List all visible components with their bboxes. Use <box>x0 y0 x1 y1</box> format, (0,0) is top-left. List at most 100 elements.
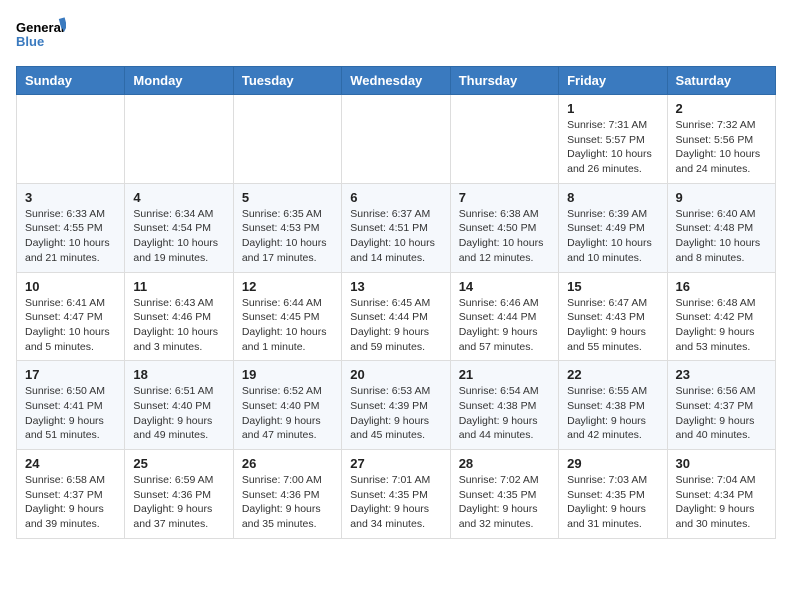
day-number: 25 <box>133 456 224 471</box>
day-number: 29 <box>567 456 658 471</box>
calendar-cell: 7Sunrise: 6:38 AM Sunset: 4:50 PM Daylig… <box>450 183 558 272</box>
day-number: 14 <box>459 279 550 294</box>
calendar-cell: 29 Sunrise: 7:03 AM Sunset: 4:35 PM Dayli… <box>559 450 667 539</box>
calendar-cell: 25 Sunrise: 6:59 AM Sunset: 4:36 PM Dayli… <box>125 450 233 539</box>
day-info: Sunrise: 6:33 AM Sunset: 4:55 PM Dayligh… <box>25 207 116 266</box>
day-info: Sunrise: 6:43 AM Sunset: 4:46 PM Dayligh… <box>133 296 224 355</box>
day-info: Sunrise: 6:52 AM Sunset: 4:40 PM Dayligh… <box>242 384 333 443</box>
calendar-cell: 24 Sunrise: 6:58 AM Sunset: 4:37 PM Dayli… <box>17 450 125 539</box>
calendar-week-row: 24 Sunrise: 6:58 AM Sunset: 4:37 PM Dayli… <box>17 450 776 539</box>
calendar-cell: 1 Sunrise: 7:31 AM Sunset: 5:57 PM Daylig… <box>559 95 667 184</box>
calendar-cell: 16 Sunrise: 6:48 AM Sunset: 4:42 PM Dayli… <box>667 272 775 361</box>
day-info: Sunrise: 6:56 AM Sunset: 4:37 PM Dayligh… <box>676 384 767 443</box>
calendar-cell: 5Sunrise: 6:35 AM Sunset: 4:53 PM Daylig… <box>233 183 341 272</box>
calendar-cell: 22 Sunrise: 6:55 AM Sunset: 4:38 PM Dayli… <box>559 361 667 450</box>
calendar-cell: 27 Sunrise: 7:01 AM Sunset: 4:35 PM Dayli… <box>342 450 450 539</box>
calendar-cell: 18 Sunrise: 6:51 AM Sunset: 4:40 PM Dayli… <box>125 361 233 450</box>
day-number: 10 <box>25 279 116 294</box>
day-number: 2 <box>676 101 767 116</box>
calendar-cell: 15Sunrise: 6:47 AM Sunset: 4:43 PM Dayli… <box>559 272 667 361</box>
svg-text:General: General <box>16 20 64 35</box>
day-number: 26 <box>242 456 333 471</box>
day-info: Sunrise: 6:39 AM Sunset: 4:49 PM Dayligh… <box>567 207 658 266</box>
calendar-cell: 13 Sunrise: 6:45 AM Sunset: 4:44 PM Dayli… <box>342 272 450 361</box>
calendar-cell: 14 Sunrise: 6:46 AM Sunset: 4:44 PM Dayli… <box>450 272 558 361</box>
day-info: Sunrise: 6:48 AM Sunset: 4:42 PM Dayligh… <box>676 296 767 355</box>
day-number: 23 <box>676 367 767 382</box>
day-info: Sunrise: 6:59 AM Sunset: 4:36 PM Dayligh… <box>133 473 224 532</box>
calendar-cell: 9 Sunrise: 6:40 AM Sunset: 4:48 PM Daylig… <box>667 183 775 272</box>
day-number: 8 <box>567 190 658 205</box>
day-info: Sunrise: 7:03 AM Sunset: 4:35 PM Dayligh… <box>567 473 658 532</box>
calendar-cell <box>17 95 125 184</box>
day-info: Sunrise: 6:46 AM Sunset: 4:44 PM Dayligh… <box>459 296 550 355</box>
calendar-cell <box>450 95 558 184</box>
day-number: 3 <box>25 190 116 205</box>
day-info: Sunrise: 7:31 AM Sunset: 5:57 PM Dayligh… <box>567 118 658 177</box>
logo-svg: General Blue <box>16 16 66 58</box>
day-number: 24 <box>25 456 116 471</box>
calendar-cell: 6 Sunrise: 6:37 AM Sunset: 4:51 PM Daylig… <box>342 183 450 272</box>
calendar-cell <box>342 95 450 184</box>
weekday-header-tuesday: Tuesday <box>233 67 341 95</box>
logo: General Blue <box>16 16 66 58</box>
calendar-cell: 30Sunrise: 7:04 AM Sunset: 4:34 PM Dayli… <box>667 450 775 539</box>
day-info: Sunrise: 7:00 AM Sunset: 4:36 PM Dayligh… <box>242 473 333 532</box>
day-number: 22 <box>567 367 658 382</box>
weekday-header-sunday: Sunday <box>17 67 125 95</box>
calendar-cell: 23 Sunrise: 6:56 AM Sunset: 4:37 PM Dayli… <box>667 361 775 450</box>
day-info: Sunrise: 6:45 AM Sunset: 4:44 PM Dayligh… <box>350 296 441 355</box>
day-info: Sunrise: 7:32 AM Sunset: 5:56 PM Dayligh… <box>676 118 767 177</box>
calendar-cell <box>125 95 233 184</box>
day-info: Sunrise: 6:58 AM Sunset: 4:37 PM Dayligh… <box>25 473 116 532</box>
weekday-header-wednesday: Wednesday <box>342 67 450 95</box>
calendar-cell: 11Sunrise: 6:43 AM Sunset: 4:46 PM Dayli… <box>125 272 233 361</box>
calendar-week-row: 17Sunrise: 6:50 AM Sunset: 4:41 PM Dayli… <box>17 361 776 450</box>
page-header: General Blue <box>16 16 776 58</box>
day-number: 16 <box>676 279 767 294</box>
day-number: 4 <box>133 190 224 205</box>
day-number: 13 <box>350 279 441 294</box>
calendar-week-row: 3 Sunrise: 6:33 AM Sunset: 4:55 PM Daylig… <box>17 183 776 272</box>
calendar-cell: 21Sunrise: 6:54 AM Sunset: 4:38 PM Dayli… <box>450 361 558 450</box>
day-info: Sunrise: 6:40 AM Sunset: 4:48 PM Dayligh… <box>676 207 767 266</box>
day-info: Sunrise: 6:34 AM Sunset: 4:54 PM Dayligh… <box>133 207 224 266</box>
day-info: Sunrise: 6:35 AM Sunset: 4:53 PM Dayligh… <box>242 207 333 266</box>
day-number: 17 <box>25 367 116 382</box>
weekday-header-saturday: Saturday <box>667 67 775 95</box>
calendar-cell: 3 Sunrise: 6:33 AM Sunset: 4:55 PM Daylig… <box>17 183 125 272</box>
calendar-cell: 4 Sunrise: 6:34 AM Sunset: 4:54 PM Daylig… <box>125 183 233 272</box>
day-info: Sunrise: 6:55 AM Sunset: 4:38 PM Dayligh… <box>567 384 658 443</box>
calendar-cell: 17Sunrise: 6:50 AM Sunset: 4:41 PM Dayli… <box>17 361 125 450</box>
day-info: Sunrise: 6:44 AM Sunset: 4:45 PM Dayligh… <box>242 296 333 355</box>
day-info: Sunrise: 6:51 AM Sunset: 4:40 PM Dayligh… <box>133 384 224 443</box>
weekday-header-monday: Monday <box>125 67 233 95</box>
day-number: 9 <box>676 190 767 205</box>
calendar-cell: 26 Sunrise: 7:00 AM Sunset: 4:36 PM Dayli… <box>233 450 341 539</box>
calendar-cell: 20 Sunrise: 6:53 AM Sunset: 4:39 PM Dayli… <box>342 361 450 450</box>
day-info: Sunrise: 6:41 AM Sunset: 4:47 PM Dayligh… <box>25 296 116 355</box>
svg-text:Blue: Blue <box>16 34 44 49</box>
day-info: Sunrise: 6:37 AM Sunset: 4:51 PM Dayligh… <box>350 207 441 266</box>
day-number: 12 <box>242 279 333 294</box>
day-number: 27 <box>350 456 441 471</box>
calendar-table: SundayMondayTuesdayWednesdayThursdayFrid… <box>16 66 776 539</box>
calendar-cell: 12 Sunrise: 6:44 AM Sunset: 4:45 PM Dayli… <box>233 272 341 361</box>
day-info: Sunrise: 6:53 AM Sunset: 4:39 PM Dayligh… <box>350 384 441 443</box>
day-info: Sunrise: 7:01 AM Sunset: 4:35 PM Dayligh… <box>350 473 441 532</box>
day-number: 1 <box>567 101 658 116</box>
day-number: 28 <box>459 456 550 471</box>
calendar-cell: 2 Sunrise: 7:32 AM Sunset: 5:56 PM Daylig… <box>667 95 775 184</box>
day-number: 30 <box>676 456 767 471</box>
day-number: 20 <box>350 367 441 382</box>
weekday-header-friday: Friday <box>559 67 667 95</box>
day-number: 15 <box>567 279 658 294</box>
day-number: 18 <box>133 367 224 382</box>
calendar-cell: 8 Sunrise: 6:39 AM Sunset: 4:49 PM Daylig… <box>559 183 667 272</box>
day-number: 6 <box>350 190 441 205</box>
calendar-cell <box>233 95 341 184</box>
day-number: 7 <box>459 190 550 205</box>
calendar-week-row: 1 Sunrise: 7:31 AM Sunset: 5:57 PM Daylig… <box>17 95 776 184</box>
calendar-cell: 19Sunrise: 6:52 AM Sunset: 4:40 PM Dayli… <box>233 361 341 450</box>
calendar-cell: 10 Sunrise: 6:41 AM Sunset: 4:47 PM Dayli… <box>17 272 125 361</box>
